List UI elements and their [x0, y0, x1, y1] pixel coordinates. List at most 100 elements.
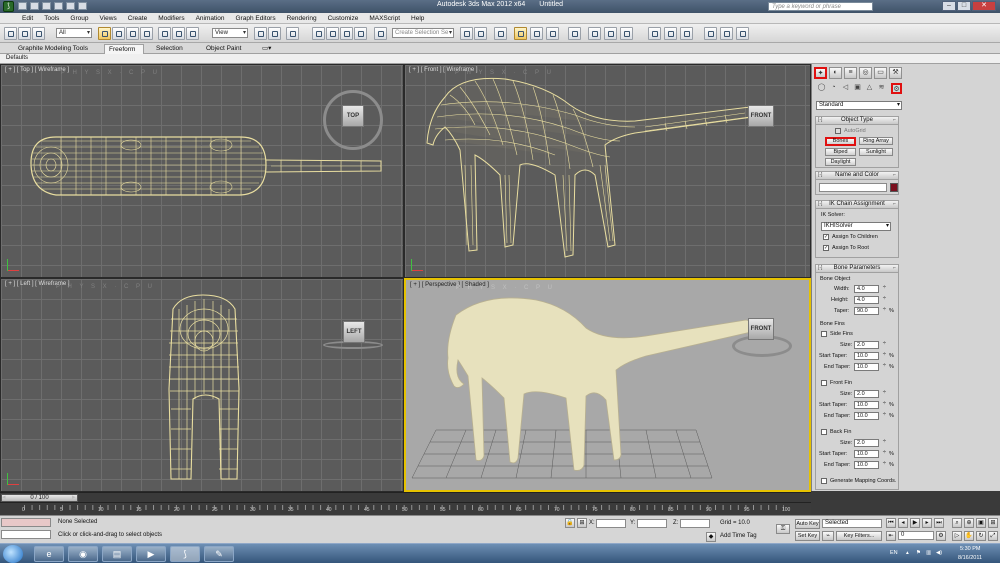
side-end-taper-spinner[interactable]: 10.0	[854, 363, 886, 371]
render-production-icon[interactable]	[620, 27, 633, 40]
link-icon[interactable]	[4, 27, 17, 40]
utilities-tab-icon[interactable]: ⚒	[889, 67, 902, 79]
time-prev-icon[interactable]: ◂	[2, 493, 6, 501]
orbit-icon[interactable]: ↻	[976, 531, 986, 541]
pivot-center-icon[interactable]	[254, 27, 267, 40]
cameras-icon[interactable]: ▣	[852, 83, 863, 94]
autogrid-checkbox[interactable]	[835, 128, 841, 134]
graphite-toggle-icon[interactable]	[514, 27, 527, 40]
lock-selection-icon[interactable]: 🔒	[565, 518, 575, 528]
tab-selection[interactable]: Selection	[152, 44, 187, 54]
unlink-icon[interactable]	[18, 27, 31, 40]
space-warps-icon[interactable]: ≋	[876, 83, 887, 94]
motion-tab-icon[interactable]: ◎	[859, 67, 872, 79]
chrome-taskbar-icon[interactable]: ◉	[68, 546, 98, 562]
ribbon-options-icon[interactable]: ▭▾	[258, 44, 275, 54]
move-icon[interactable]	[158, 27, 171, 40]
front-end-taper-spinner[interactable]: 10.0	[854, 412, 886, 420]
selection-filter-dropdown[interactable]: All	[56, 28, 92, 38]
rectangle-selection-icon[interactable]	[126, 27, 139, 40]
time-next-icon[interactable]: ▸	[72, 493, 76, 501]
named-selection-input[interactable]: Create Selection Se	[392, 28, 454, 38]
maximize-viewport-icon[interactable]: ⤢	[988, 531, 998, 541]
assign-children-checkbox[interactable]: ✓	[823, 234, 829, 240]
add-time-tag[interactable]: Add Time Tag	[720, 533, 757, 539]
sunlight-button[interactable]: Sunlight	[859, 148, 893, 156]
x-coord-field[interactable]	[596, 519, 626, 528]
key-mode-toggle-icon[interactable]: ⇤	[886, 531, 896, 541]
side-start-taper-spinner[interactable]: 10.0	[854, 352, 886, 360]
paint-taskbar-icon[interactable]: ✎	[204, 546, 234, 562]
field-of-view-icon[interactable]: ▷	[952, 531, 962, 541]
rendered-frame-icon[interactable]	[604, 27, 617, 40]
clock-date[interactable]: 8/16/2011	[958, 555, 982, 561]
select-manipulate-icon[interactable]	[268, 27, 281, 40]
object-name-input[interactable]	[819, 183, 887, 192]
zoom-all-icon[interactable]: ⊕	[964, 518, 974, 528]
maxscript-listener-field[interactable]	[1, 518, 51, 527]
close-button[interactable]: ✕	[972, 1, 996, 11]
track-bar[interactable]: 0 5 10 15 20 25 30 35 40 45 50 55 60 65 70 75 80 85 90 95 10…	[0, 502, 811, 515]
layer-manager-icon[interactable]	[494, 27, 507, 40]
side-size-spinner[interactable]: 2.0	[854, 341, 886, 349]
menu-rendering[interactable]: Rendering	[287, 15, 317, 22]
key-icon[interactable]: ⚿	[776, 524, 790, 534]
back-fin-checkbox[interactable]	[821, 429, 827, 435]
menu-graph-editors[interactable]: Graph Editors	[236, 15, 276, 22]
go-to-start-icon[interactable]: ⏮	[886, 518, 896, 528]
category-dropdown[interactable]: Standard	[816, 101, 902, 110]
mirror-icon[interactable]	[460, 27, 473, 40]
menu-animation[interactable]: Animation	[196, 15, 225, 22]
display-tab-icon[interactable]: ▭	[874, 67, 887, 79]
assign-root-checkbox[interactable]: ✓	[823, 245, 829, 251]
back-start-taper-spinner[interactable]: 10.0	[854, 450, 886, 458]
menu-maxscript[interactable]: MAXScript	[369, 15, 400, 22]
front-start-taper-spinner[interactable]: 10.0	[854, 401, 886, 409]
play-icon[interactable]: ▶	[910, 518, 920, 528]
edit-named-selection-icon[interactable]	[374, 27, 387, 40]
viewport-front[interactable]: [ + ] [ Front ] [ Wireframe ] P H Y S X …	[404, 64, 811, 278]
modify-tab-icon[interactable]: ◐	[829, 67, 842, 79]
spinner-snap-icon[interactable]	[354, 27, 367, 40]
gen-mapping-checkbox[interactable]	[821, 478, 827, 484]
object-color-swatch[interactable]	[890, 183, 898, 192]
flag-icon[interactable]: ⚑	[916, 550, 921, 556]
key-mode-dropdown[interactable]: Selected	[822, 519, 882, 528]
search-input[interactable]: Type a keyword or phrase	[768, 2, 873, 11]
3dsmax-taskbar-icon[interactable]: ⟆	[170, 546, 200, 562]
next-frame-icon[interactable]: ▸	[922, 518, 932, 528]
viewport-top[interactable]: [ + ] [ Top ] [ Wireframe ] P H Y S X · …	[0, 64, 404, 278]
hierarchy-tab-icon[interactable]: ≡	[844, 67, 857, 79]
menu-group[interactable]: Group	[70, 15, 88, 22]
physx-icon[interactable]	[648, 27, 661, 40]
tab-graphite-modeling-tools[interactable]: Graphite Modeling Tools	[14, 44, 92, 54]
time-slider[interactable]: 0 / 100 ◂ ▸	[0, 492, 811, 502]
y-coord-field[interactable]	[637, 519, 667, 528]
network-icon[interactable]: ▥	[926, 550, 931, 556]
viewport-left[interactable]: [ + ] [ Left ] [ Wireframe ] P H Y S X ·…	[0, 278, 404, 492]
menu-tools[interactable]: Tools	[44, 15, 59, 22]
auto-key-button[interactable]: Auto Key	[795, 519, 820, 529]
window-crossing-icon[interactable]	[140, 27, 153, 40]
maximize-button[interactable]: □	[957, 1, 971, 11]
zoom-icon[interactable]: ⌕	[952, 518, 962, 528]
viewport-perspective[interactable]: [ + ] [ Perspective ] [ Shaded ] P H Y S…	[404, 278, 811, 492]
align-icon[interactable]	[474, 27, 487, 40]
select-by-name-icon[interactable]	[112, 27, 125, 40]
z-coord-field[interactable]	[680, 519, 710, 528]
material-editor-icon[interactable]	[568, 27, 581, 40]
media-player-taskbar-icon[interactable]: ▶	[136, 546, 166, 562]
side-fins-checkbox[interactable]	[821, 331, 827, 337]
menu-modifiers[interactable]: Modifiers	[158, 15, 184, 22]
back-size-spinner[interactable]: 2.0	[854, 439, 886, 447]
create-tab-icon[interactable]: ✦	[814, 67, 827, 79]
ik-chain-header[interactable]: IK Chain Assignment	[816, 201, 898, 209]
key-filters-button[interactable]: Key Filters...	[836, 531, 882, 541]
absolute-mode-icon[interactable]: ⊞	[577, 518, 587, 528]
curve-editor-icon[interactable]	[530, 27, 543, 40]
menu-create[interactable]: Create	[128, 15, 148, 22]
biped-button[interactable]: Biped	[825, 148, 856, 156]
width-spinner[interactable]: 4.0	[854, 285, 886, 293]
zoom-extents-icon[interactable]: ▣	[976, 518, 986, 528]
viewcube-perspective[interactable]: FRONT	[748, 318, 774, 340]
